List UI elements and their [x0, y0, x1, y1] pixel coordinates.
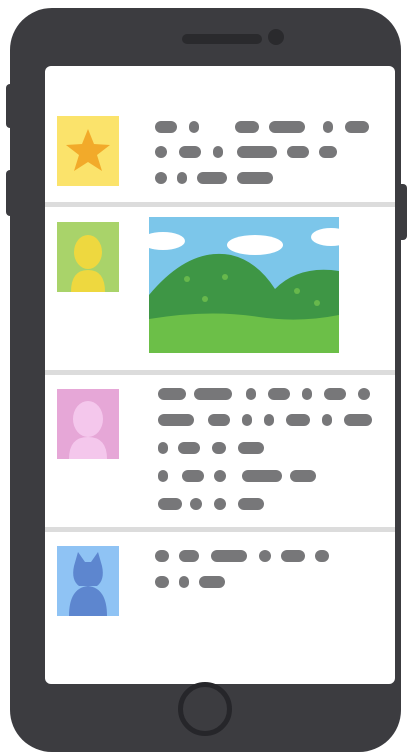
text-line [158, 498, 268, 510]
text-line [158, 470, 318, 482]
person-icon [57, 389, 119, 459]
landscape-photo[interactable] [149, 217, 339, 353]
post-avatar-star[interactable] [57, 116, 119, 186]
text-line [155, 576, 235, 588]
post-separator [45, 202, 395, 207]
person-icon [57, 222, 119, 292]
speaker-grille [182, 34, 262, 44]
landscape-image [149, 217, 339, 353]
post-separator [45, 370, 395, 375]
phone-frame [10, 8, 401, 752]
post-avatar-cat[interactable] [57, 546, 119, 616]
post-avatar-person[interactable] [57, 389, 119, 459]
post-avatar-person[interactable] [57, 222, 119, 292]
home-button[interactable] [178, 682, 232, 736]
text-line [155, 146, 355, 158]
star-icon [57, 116, 119, 186]
front-camera [268, 29, 284, 45]
text-line [155, 550, 335, 562]
text-line [155, 121, 375, 133]
phone-screen [45, 66, 395, 684]
text-line [158, 388, 378, 400]
post-separator [45, 527, 395, 532]
text-line [158, 442, 268, 454]
cat-icon [57, 546, 119, 616]
text-line [155, 172, 285, 184]
text-line [158, 414, 378, 426]
